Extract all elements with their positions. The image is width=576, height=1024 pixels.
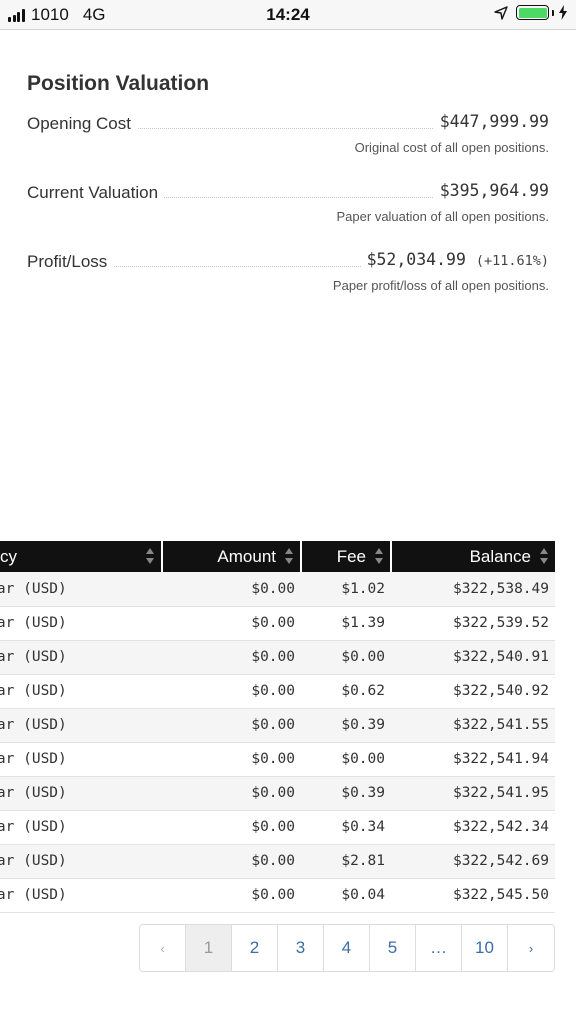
cell-amount: $0.00 xyxy=(162,810,301,845)
cell-fee: $1.02 xyxy=(301,572,391,607)
valuation-note: Paper valuation of all open positions. xyxy=(336,209,549,224)
cell-currency: Dollar (USD) xyxy=(0,606,162,641)
sort-icon xyxy=(375,548,383,564)
cell-balance: $322,541.94 xyxy=(391,742,555,777)
cell-amount: $0.00 xyxy=(162,844,301,879)
table-row: Dollar (USD) $0.00 $2.81 $322,542.69 xyxy=(0,844,555,879)
section-title: Position Valuation xyxy=(27,72,210,95)
header-label: Amount xyxy=(217,546,276,566)
table-row: Dollar (USD) $0.00 $0.00 $322,540.91 xyxy=(0,640,555,675)
location-arrow-icon xyxy=(494,5,508,20)
cell-amount: $0.00 xyxy=(162,606,301,641)
status-bar: 1010 4G 14:24 xyxy=(0,0,576,30)
sort-icon xyxy=(285,548,293,564)
table-row: Dollar (USD) $0.00 $0.62 $322,540.92 xyxy=(0,674,555,709)
cell-fee: $0.39 xyxy=(301,708,391,743)
table-row: Dollar (USD) $0.00 $0.39 $322,541.95 xyxy=(0,776,555,811)
pagination-page-5[interactable]: 5 xyxy=(370,925,416,971)
cell-currency: Dollar (USD) xyxy=(0,844,162,879)
cell-balance: $322,540.92 xyxy=(391,674,555,709)
pagination-next-button[interactable]: › xyxy=(508,925,554,971)
cell-amount: $0.00 xyxy=(162,776,301,811)
valuation-item-opening-cost: Opening Cost $447,999.99 Original cost o… xyxy=(27,110,549,179)
cell-currency: Dollar (USD) xyxy=(0,742,162,777)
pagination-page-10[interactable]: 10 xyxy=(462,925,508,971)
status-time: 14:24 xyxy=(266,5,310,24)
cell-fee: $0.34 xyxy=(301,810,391,845)
cell-fee: $0.62 xyxy=(301,674,391,709)
cell-amount: $0.00 xyxy=(162,878,301,913)
cell-currency: Dollar (USD) xyxy=(0,674,162,709)
cell-currency: Dollar (USD) xyxy=(0,878,162,913)
pagination-page-4[interactable]: 4 xyxy=(324,925,370,971)
column-header-balance[interactable]: Balance xyxy=(391,541,555,572)
cell-currency: Dollar (USD) xyxy=(0,640,162,675)
column-header-fee[interactable]: Fee xyxy=(301,541,392,572)
valuation-item-profit-loss: Profit/Loss $52,034.99 (+11.61%) Paper p… xyxy=(27,248,549,317)
cell-balance: $322,541.55 xyxy=(391,708,555,743)
header-label: Fee xyxy=(336,546,366,566)
cell-fee: $0.00 xyxy=(301,742,391,777)
charging-bolt-icon xyxy=(559,5,567,20)
pagination-page-2[interactable]: 2 xyxy=(232,925,278,971)
cell-balance: $322,545.50 xyxy=(391,878,555,913)
pagination-ellipsis[interactable]: … xyxy=(416,925,462,971)
cell-fee: $0.39 xyxy=(301,776,391,811)
table-row: Dollar (USD) $0.00 $0.00 $322,541.94 xyxy=(0,742,555,777)
valuation-note: Original cost of all open positions. xyxy=(354,140,549,155)
valuation-value: $395,964.99 xyxy=(433,181,549,200)
valuation-item-current-valuation: Current Valuation $395,964.99 Paper valu… xyxy=(27,179,549,248)
cell-amount: $0.00 xyxy=(162,640,301,675)
table-row: Dollar (USD) $0.00 $0.34 $322,542.34 xyxy=(0,810,555,845)
cell-currency: Dollar (USD) xyxy=(0,776,162,811)
cell-amount: $0.00 xyxy=(162,572,301,607)
sort-icon xyxy=(146,548,154,564)
cell-currency: Dollar (USD) xyxy=(0,572,162,607)
cell-fee: $0.00 xyxy=(301,640,391,675)
cell-fee: $1.39 xyxy=(301,606,391,641)
cell-fee: $2.81 xyxy=(301,844,391,879)
cell-balance: $322,542.34 xyxy=(391,810,555,845)
pagination-page-1[interactable]: 1 xyxy=(186,925,232,971)
table-row: Dollar (USD) $0.00 $0.39 $322,541.55 xyxy=(0,708,555,743)
valuation-label: Profit/Loss xyxy=(27,252,114,272)
pagination-prev-button[interactable]: ‹ xyxy=(140,925,186,971)
cell-balance: $322,542.69 xyxy=(391,844,555,879)
battery-tip xyxy=(552,9,554,16)
cell-amount: $0.00 xyxy=(162,674,301,709)
cell-balance: $322,538.49 xyxy=(391,572,555,607)
table-header-row: cy Amount Fee Balance xyxy=(0,541,555,572)
valuation-note: Paper profit/loss of all open positions. xyxy=(332,278,549,293)
header-label: Balance xyxy=(469,546,531,566)
valuation-value: $447,999.99 xyxy=(433,112,549,131)
pagination: ‹ 1 2 3 4 5 … 10 › xyxy=(139,924,555,972)
valuation-label: Current Valuation xyxy=(27,183,165,203)
table-row: Dollar (USD) $0.00 $1.39 $322,539.52 xyxy=(0,606,555,641)
cell-currency: Dollar (USD) xyxy=(0,708,162,743)
valuation-label: Opening Cost xyxy=(27,114,137,134)
profit-loss-percent: (+11.61%) xyxy=(475,253,549,269)
position-valuation-section: Position Valuation Opening Cost $447,999… xyxy=(27,72,549,317)
table-row: Dollar (USD) $0.00 $0.04 $322,545.50 xyxy=(0,878,555,913)
cell-currency: Dollar (USD) xyxy=(0,810,162,845)
sort-icon xyxy=(540,548,548,564)
pagination-page-3[interactable]: 3 xyxy=(278,925,324,971)
cell-balance: $322,541.95 xyxy=(391,776,555,811)
transactions-table: cy Amount Fee Balance Dollar (U xyxy=(0,541,555,913)
header-label: cy xyxy=(0,546,17,566)
battery-icon xyxy=(516,5,549,20)
valuation-value: $52,034.99 (+11.61%) xyxy=(360,250,549,269)
cell-balance: $322,539.52 xyxy=(391,606,555,641)
cell-balance: $322,540.91 xyxy=(391,640,555,675)
table-row: Dollar (USD) $0.00 $1.02 $322,538.49 xyxy=(0,572,555,607)
cell-fee: $0.04 xyxy=(301,878,391,913)
column-header-amount[interactable]: Amount xyxy=(162,541,302,572)
transactions-table-container[interactable]: cy Amount Fee Balance Dollar (U xyxy=(0,541,555,913)
column-header-currency[interactable]: cy xyxy=(0,541,163,572)
status-bar-right xyxy=(494,5,568,20)
cell-amount: $0.00 xyxy=(162,742,301,777)
cell-amount: $0.00 xyxy=(162,708,301,743)
